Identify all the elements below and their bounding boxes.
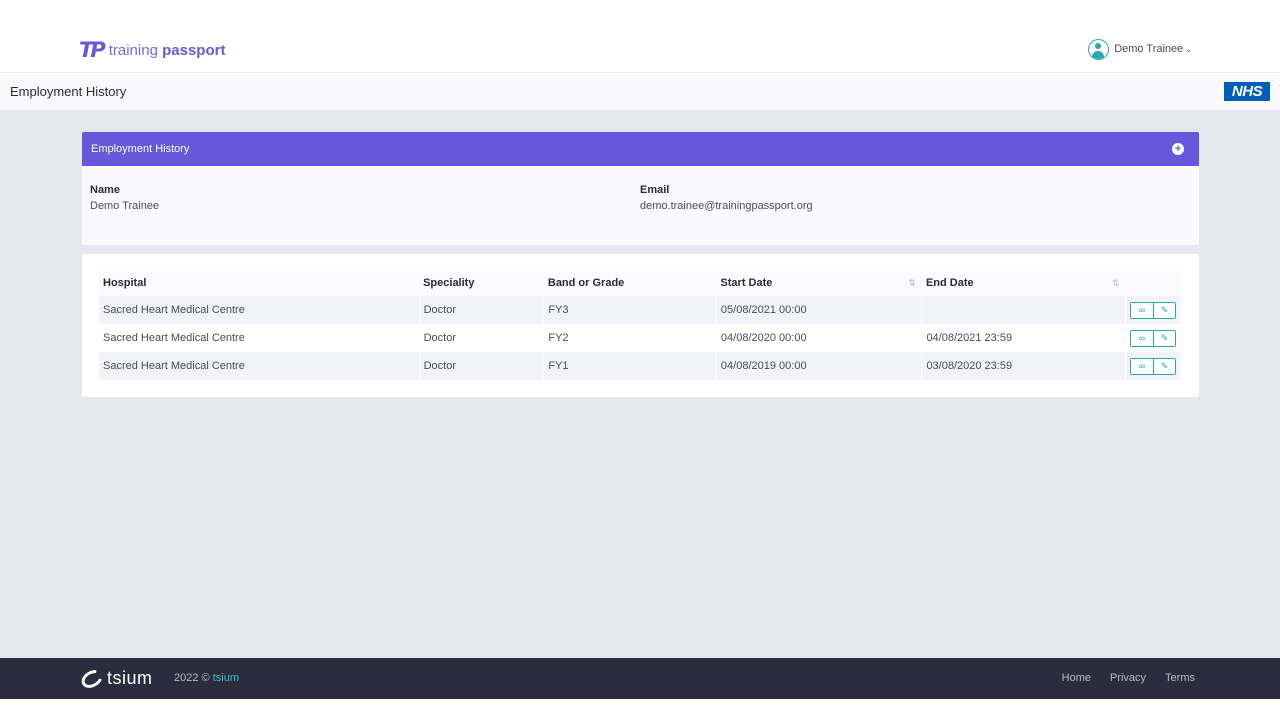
start-date-label: Start Date	[720, 277, 773, 289]
row-actions: ∞ ✎	[1125, 324, 1182, 352]
name-value: Demo Trainee	[90, 200, 160, 212]
cell-hospital: Sacred Heart Medical Centre	[99, 352, 420, 380]
employment-table-card: Hospital Speciality Band or Grade Start …	[82, 254, 1199, 397]
action-buttons: ∞ ✎	[1130, 357, 1176, 375]
cell-grade: FY1	[543, 352, 717, 380]
row-actions: ∞ ✎	[1125, 296, 1182, 324]
view-glasses-icon[interactable]: ∞	[1131, 330, 1153, 346]
edit-icon[interactable]: ✎	[1153, 358, 1175, 374]
column-header-actions	[1125, 270, 1181, 296]
tsium-link[interactable]: tsium	[213, 672, 239, 684]
table-row: Sacred Heart Medical Centre Doctor FY2 0…	[99, 324, 1182, 352]
tsium-swoosh-icon	[78, 666, 106, 691]
cell-end-date: 04/08/2021 23:59	[921, 324, 1126, 352]
cell-speciality: Doctor	[419, 324, 545, 352]
cell-end-date: 03/08/2020 23:59	[921, 352, 1126, 380]
footer-links: Home Privacy Terms	[1062, 672, 1195, 684]
column-header-hospital[interactable]: Hospital	[99, 270, 420, 296]
page-header: Employment History NHS	[0, 73, 1280, 111]
chevron-down-icon: ⌄	[1185, 44, 1192, 54]
copyright-text: 2022 ©	[174, 672, 210, 684]
logo-mark: TP	[79, 38, 106, 62]
main-content: Employment History + Name Demo Trainee E…	[0, 111, 1280, 658]
employment-details-card: Employment History + Name Demo Trainee E…	[82, 132, 1199, 245]
bottom-strip	[0, 699, 1280, 720]
email-label: Email	[640, 184, 670, 196]
logo-word-training: training	[108, 41, 158, 59]
column-header-end-date[interactable]: End Date ⇅	[921, 270, 1126, 296]
table-row: Sacred Heart Medical Centre Doctor FY1 0…	[99, 352, 1182, 380]
page-title: Employment History	[10, 84, 127, 99]
row-actions: ∞ ✎	[1125, 352, 1182, 380]
column-header-grade[interactable]: Band or Grade	[543, 270, 717, 296]
copyright: 2022 © tsium	[174, 672, 239, 684]
cell-start-date: 04/08/2020 00:00	[716, 324, 923, 352]
tsium-logo[interactable]: tsium	[78, 666, 153, 691]
cell-start-date: 04/08/2019 00:00	[716, 352, 923, 380]
cell-hospital: Sacred Heart Medical Centre	[99, 324, 420, 352]
footer: tsium 2022 © tsium Home Privacy Terms	[0, 658, 1280, 699]
cell-speciality: Doctor	[419, 352, 545, 380]
card-title: Employment History	[91, 143, 190, 155]
logo-word-passport: passport	[162, 41, 226, 59]
column-header-start-date[interactable]: Start Date ⇅	[716, 270, 922, 296]
end-date-label: End Date	[925, 277, 974, 289]
action-buttons: ∞ ✎	[1130, 329, 1176, 347]
cell-hospital: Sacred Heart Medical Centre	[99, 296, 420, 324]
training-passport-logo[interactable]: TP training passport	[79, 38, 225, 62]
email-value: demo.trainee@trainingpassport.org	[640, 200, 813, 212]
cell-grade: FY2	[543, 324, 717, 352]
logo-text: training passport	[109, 42, 226, 59]
cell-end-date	[921, 296, 1126, 324]
add-employment-icon[interactable]: +	[1172, 143, 1184, 155]
user-menu[interactable]: Demo Trainee ⌄	[1088, 38, 1192, 60]
name-label: Name	[90, 184, 120, 196]
action-buttons: ∞ ✎	[1130, 301, 1176, 319]
cell-speciality: Doctor	[419, 296, 545, 324]
user-avatar-icon	[1088, 38, 1110, 60]
edit-icon[interactable]: ✎	[1153, 330, 1175, 346]
table-row: Sacred Heart Medical Centre Doctor FY3 0…	[99, 296, 1182, 324]
email-field: Email demo.trainee@trainingpassport.org	[640, 184, 813, 212]
column-header-speciality[interactable]: Speciality	[419, 270, 544, 296]
edit-icon[interactable]: ✎	[1153, 302, 1175, 318]
top-navbar: TP training passport Demo Trainee ⌄	[0, 0, 1280, 73]
footer-link-home[interactable]: Home	[1062, 672, 1091, 684]
card-header: Employment History +	[82, 132, 1199, 166]
footer-link-privacy[interactable]: Privacy	[1110, 672, 1146, 684]
table-header-row: Hospital Speciality Band or Grade Start …	[99, 270, 1181, 296]
sort-icon[interactable]: ⇅	[1112, 278, 1120, 289]
sort-icon[interactable]: ⇅	[908, 278, 916, 289]
employment-table: Hospital Speciality Band or Grade Start …	[99, 270, 1182, 380]
cell-start-date: 05/08/2021 00:00	[716, 296, 923, 324]
tsium-logo-text: tsium	[107, 668, 153, 688]
view-glasses-icon[interactable]: ∞	[1131, 302, 1153, 318]
nhs-logo: NHS	[1224, 82, 1270, 101]
view-glasses-icon[interactable]: ∞	[1131, 358, 1153, 374]
footer-link-terms[interactable]: Terms	[1165, 672, 1195, 684]
user-name: Demo Trainee	[1114, 43, 1184, 55]
cell-grade: FY3	[543, 296, 717, 324]
name-field: Name Demo Trainee	[90, 184, 159, 212]
